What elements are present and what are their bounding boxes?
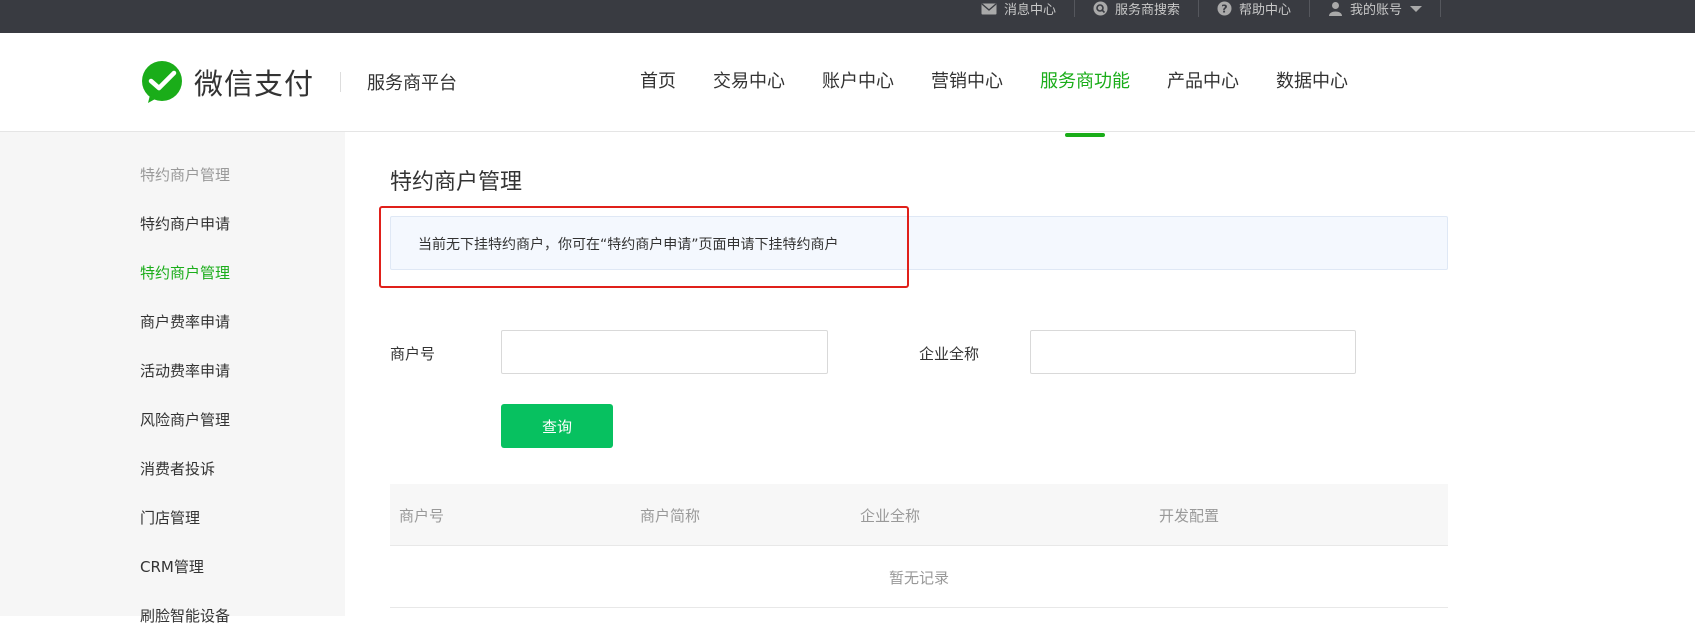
table-header: 商户号 商户简称 企业全称 开发配置 [390, 484, 1448, 546]
platform-name: 服务商平台 [367, 73, 458, 94]
top-link-messages[interactable]: 消息中心 [963, 0, 1076, 18]
header: 微信支付 服务商平台 首页 交易中心 账户中心 营销中心 服务商功能 产品中心 … [0, 33, 1695, 137]
merchant-table: 商户号 商户简称 企业全称 开发配置 暂无记录 [390, 484, 1448, 608]
company-name-input[interactable] [1030, 330, 1356, 374]
top-link-label: 消息中心 [1004, 3, 1057, 18]
top-link-help[interactable]: ? 帮助中心 [1199, 0, 1311, 18]
company-name-label: 企业全称 [919, 345, 980, 363]
nav-item-data[interactable]: 数据中心 [1276, 67, 1348, 127]
help-icon: ? [1217, 1, 1232, 16]
sidebar-item-merchant-manage[interactable]: 特约商户管理 [140, 262, 230, 283]
empty-text: 暂无记录 [888, 569, 949, 587]
notice-banner: 当前无下挂特约商户，你可在“特约商户申请”页面申请下挂特约商户 [390, 216, 1448, 270]
main-content: 特约商户管理 当前无下挂特约商户，你可在“特约商户申请”页面申请下挂特约商户 商… [345, 132, 1695, 616]
nav-item-accounts[interactable]: 账户中心 [822, 67, 894, 127]
sidebar-item-crm[interactable]: CRM管理 [140, 556, 204, 577]
sidebar-item-stores[interactable]: 门店管理 [140, 507, 200, 528]
svg-text:?: ? [1221, 3, 1227, 16]
sidebar-group-label: 特约商户管理 [140, 166, 231, 184]
query-button[interactable]: 查询 [501, 404, 613, 448]
page-title: 特约商户管理 [390, 170, 523, 195]
search-icon [1093, 1, 1108, 16]
sidebar-item-risk-merchants[interactable]: 风险商户管理 [140, 409, 230, 430]
notice-text: 当前无下挂特约商户，你可在“特约商户申请”页面申请下挂特约商户 [418, 237, 839, 253]
sidebar-item-merchant-apply[interactable]: 特约商户申请 [140, 213, 230, 234]
column-header-company-name: 企业全称 [860, 507, 921, 525]
top-links: 消息中心 服务商搜索 ? 帮助中心 我的账号 [963, 0, 1442, 18]
mail-icon [981, 2, 997, 14]
top-link-account[interactable]: 我的账号 [1310, 0, 1442, 18]
sidebar: 特约商户管理 特约商户申请 特约商户管理 商户费率申请 活动费率申请 风险商户管… [0, 132, 345, 625]
column-header-short-name: 商户简称 [640, 507, 701, 525]
caret-down-icon [1410, 5, 1423, 12]
user-icon [1329, 2, 1343, 16]
nav-item-home[interactable]: 首页 [640, 67, 676, 127]
logo-divider [340, 72, 342, 92]
sidebar-item-activity-rate-apply[interactable]: 活动费率申请 [140, 360, 230, 381]
main-nav: 首页 交易中心 账户中心 营销中心 服务商功能 产品中心 数据中心 [640, 67, 1348, 137]
nav-item-transactions[interactable]: 交易中心 [713, 67, 785, 127]
top-link-label: 我的账号 [1350, 3, 1403, 18]
column-header-dev-config: 开发配置 [1159, 507, 1220, 525]
column-header-merchant-id: 商户号 [399, 507, 445, 525]
merchant-id-label: 商户号 [390, 345, 436, 363]
logo[interactable]: 微信支付 服务商平台 [140, 61, 457, 103]
sidebar-item-fee-rate-apply[interactable]: 商户费率申请 [140, 311, 230, 332]
top-bar: 消息中心 服务商搜索 ? 帮助中心 我的账号 [0, 0, 1695, 33]
top-link-label: 服务商搜索 [1115, 3, 1181, 18]
brand-name: 微信支付 [194, 67, 315, 101]
table-empty-row: 暂无记录 [390, 546, 1448, 608]
merchant-id-input[interactable] [501, 330, 828, 374]
nav-item-marketing[interactable]: 营销中心 [931, 67, 1003, 127]
sidebar-item-complaints[interactable]: 消费者投诉 [140, 458, 215, 479]
top-link-label: 帮助中心 [1239, 3, 1292, 18]
wechat-pay-logo-icon [142, 61, 182, 103]
nav-item-provider-functions[interactable]: 服务商功能 [1040, 67, 1130, 137]
nav-item-products[interactable]: 产品中心 [1167, 67, 1239, 127]
top-link-provider-search[interactable]: 服务商搜索 [1075, 0, 1200, 18]
